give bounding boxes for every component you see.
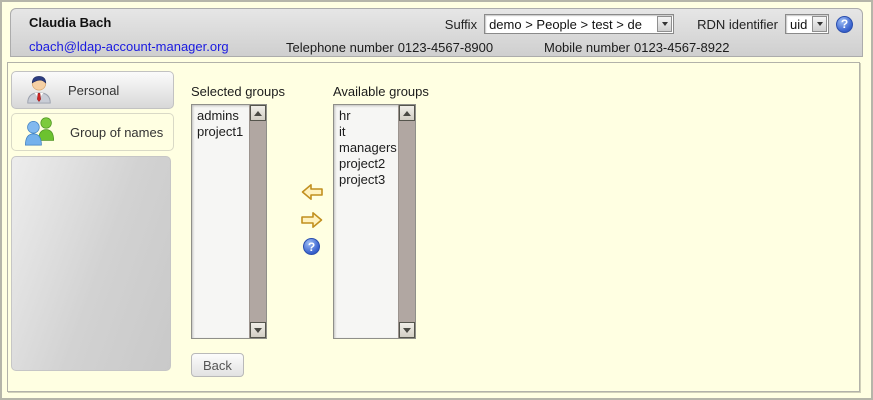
help-icon[interactable]: ? <box>836 16 853 33</box>
group-icon <box>24 115 56 150</box>
move-right-arrow-icon[interactable] <box>301 211 323 229</box>
rdn-identifier-select[interactable]: uid <box>785 14 829 34</box>
suffix-select-value: demo > People > test > de <box>485 17 656 32</box>
scroll-up-icon[interactable] <box>399 105 415 121</box>
person-icon <box>24 73 54 108</box>
email-link[interactable]: cbach@ldap-account-manager.org <box>29 39 229 54</box>
selected-groups-listbox[interactable]: admins project1 <box>191 104 267 339</box>
telephone-value: 0123-4567-8900 <box>398 40 493 55</box>
rdn-select-value: uid <box>786 17 811 32</box>
mobile-field: Mobile number 0123-4567-8922 <box>544 40 729 55</box>
move-left-arrow-icon[interactable] <box>301 183 323 201</box>
scroll-down-icon[interactable] <box>399 322 415 338</box>
tab-group-of-names-label: Group of names <box>70 125 163 140</box>
scroll-down-icon[interactable] <box>250 322 266 338</box>
sidebar-panel <box>11 156 171 371</box>
telephone-label: Telephone number <box>286 40 394 55</box>
selected-groups-items: admins project1 <box>193 106 248 337</box>
list-item[interactable]: managers <box>339 140 397 156</box>
list-item[interactable]: project1 <box>197 124 248 140</box>
list-item[interactable]: project2 <box>339 156 397 172</box>
available-groups-items: hr it managers project2 project3 <box>335 106 397 337</box>
available-groups-label: Available groups <box>333 84 429 99</box>
header-controls: Suffix demo > People > test > de RDN ide… <box>445 12 853 36</box>
help-icon[interactable]: ? <box>303 238 320 255</box>
mobile-label: Mobile number <box>544 40 630 55</box>
tab-personal[interactable]: Personal <box>11 71 174 109</box>
lam-user-edit-page: Claudia Bach Suffix demo > People > test… <box>0 0 873 400</box>
scroll-up-icon[interactable] <box>250 105 266 121</box>
list-item[interactable]: project3 <box>339 172 397 188</box>
suffix-label: Suffix <box>445 17 477 32</box>
chevron-down-icon[interactable] <box>812 16 827 32</box>
selected-groups-label: Selected groups <box>191 84 285 99</box>
tab-group-of-names[interactable]: Group of names <box>11 113 174 151</box>
scrollbar[interactable] <box>249 105 266 338</box>
header: Claudia Bach Suffix demo > People > test… <box>10 8 863 57</box>
rdn-identifier-label: RDN identifier <box>697 17 778 32</box>
mobile-value: 0123-4567-8922 <box>634 40 729 55</box>
telephone-field: Telephone number 0123-4567-8900 <box>286 40 493 55</box>
list-item[interactable]: hr <box>339 108 397 124</box>
available-groups-listbox[interactable]: hr it managers project2 project3 <box>333 104 416 339</box>
suffix-select[interactable]: demo > People > test > de <box>484 14 674 34</box>
list-item[interactable]: admins <box>197 108 248 124</box>
scrollbar[interactable] <box>398 105 415 338</box>
list-item[interactable]: it <box>339 124 397 140</box>
chevron-down-icon[interactable] <box>657 16 672 32</box>
tab-personal-label: Personal <box>68 83 119 98</box>
content-area: Personal Group of names Selected groups … <box>7 62 860 392</box>
page-title: Claudia Bach <box>29 15 111 30</box>
back-button[interactable]: Back <box>191 353 244 377</box>
